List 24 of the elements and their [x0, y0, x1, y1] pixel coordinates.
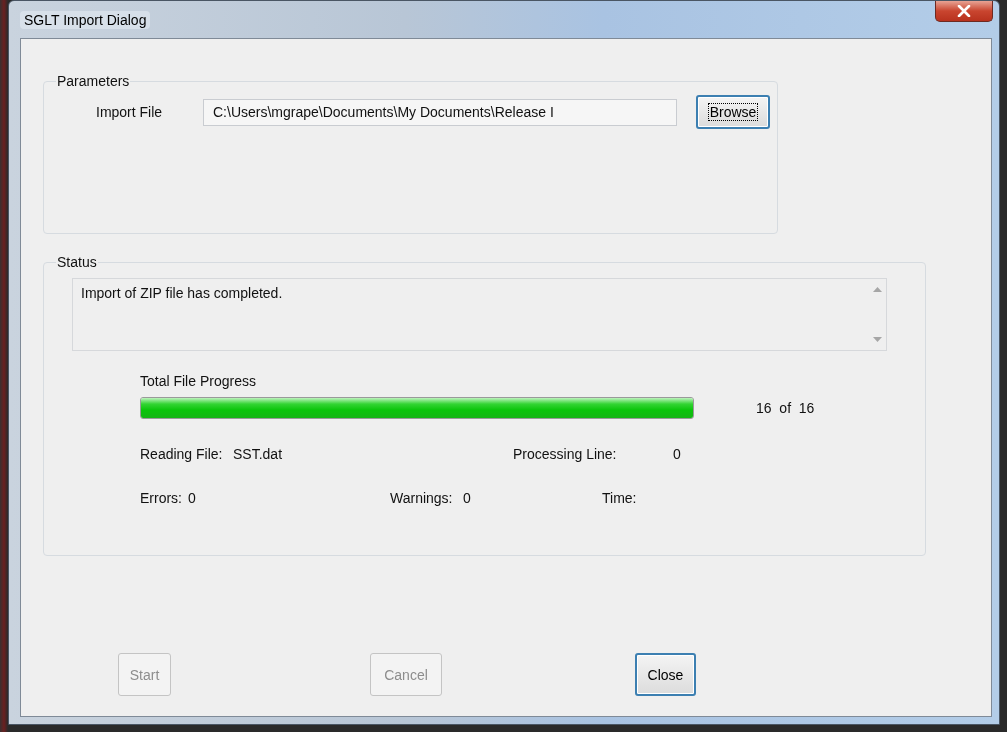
field-label: Import File — [96, 104, 164, 120]
field-label: Warnings: — [390, 490, 454, 506]
scroll-down-icon[interactable] — [873, 337, 882, 342]
group-title: Status — [56, 254, 98, 270]
scroll-up-icon[interactable] — [873, 287, 882, 292]
line-number: 0 — [673, 446, 682, 462]
progress-count: 16 of 16 — [756, 400, 815, 416]
close-icon — [957, 5, 971, 17]
window-title: SGLT Import Dialog — [20, 11, 151, 29]
status-message: Import of ZIP file has completed. — [80, 284, 284, 303]
error-count: 0 — [188, 490, 197, 506]
browse-button[interactable]: Browse — [696, 95, 770, 129]
warning-count: 0 — [463, 490, 472, 506]
file-name: SST.dat — [233, 446, 284, 462]
close-button[interactable]: Close — [635, 653, 696, 696]
group-title: Parameters — [56, 73, 131, 89]
close-window-button[interactable] — [935, 1, 993, 22]
field-label: Errors: — [140, 490, 183, 506]
progress-label: Total File Progress — [140, 373, 256, 389]
field-label: Reading File: — [140, 446, 224, 462]
import-file-field[interactable]: C:\Users\mgrape\Documents\My Documents\Release I — [203, 98, 677, 126]
field-label: Processing Line: — [513, 446, 618, 462]
field-label: Time: — [602, 490, 638, 506]
status-text-area[interactable]: Import of ZIP file has completed. — [72, 278, 887, 351]
